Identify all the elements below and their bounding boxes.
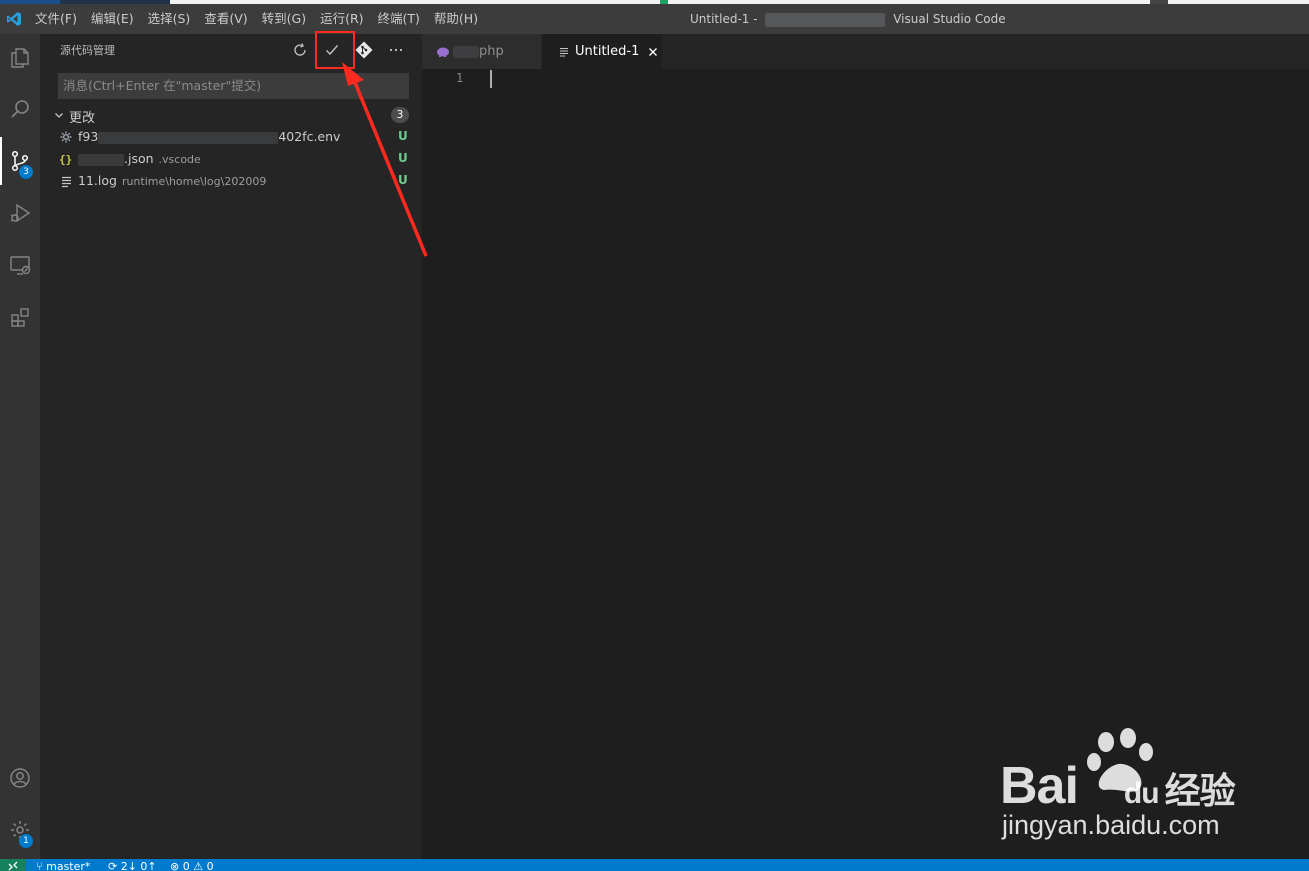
tab-untitled-1[interactable]: Untitled-1 bbox=[542, 34, 662, 69]
editor-tabs: php Untitled-1 bbox=[422, 34, 1309, 69]
file-name: .json .vscode bbox=[78, 151, 201, 166]
chevron-down-icon bbox=[55, 113, 63, 118]
baidu-watermark: Bai du 经验 jingyan.baidu.com bbox=[1000, 728, 1250, 848]
menu-go[interactable]: 转到(G) bbox=[255, 4, 313, 34]
settings-badge: 1 bbox=[19, 834, 33, 848]
menu-terminal[interactable]: 终端(T) bbox=[371, 4, 427, 34]
account-icon bbox=[10, 768, 30, 788]
activity-remote-explorer[interactable] bbox=[0, 241, 40, 289]
file-description: .vscode bbox=[158, 153, 201, 166]
activity-manage[interactable]: 1 bbox=[0, 806, 40, 854]
text-lines-icon bbox=[62, 176, 71, 188]
window-title-file: Untitled-1 - bbox=[690, 12, 758, 26]
activity-extensions[interactable] bbox=[0, 293, 40, 341]
svg-text:{}: {} bbox=[59, 153, 72, 166]
watermark-brand-cn: 经验 bbox=[1164, 770, 1236, 811]
source-control-badge: 3 bbox=[19, 165, 33, 179]
status-bar: ⑂ master* ⟳ 2↓ 0↑ ⊗ 0 ⚠ 0 bbox=[0, 859, 1309, 871]
branch-name: master* bbox=[46, 860, 91, 871]
file-name-prefix: 11.log bbox=[78, 173, 117, 188]
window-title-app: Visual Studio Code bbox=[893, 12, 1006, 26]
activity-bar: 3 1 bbox=[0, 34, 40, 859]
redacted-filename bbox=[98, 131, 279, 144]
activity-explorer[interactable] bbox=[0, 34, 40, 82]
annotation-arrow bbox=[342, 62, 428, 257]
tab-label: Untitled-1 bbox=[575, 44, 640, 59]
run-debug-icon bbox=[10, 203, 31, 223]
menu-view[interactable]: 查看(V) bbox=[197, 4, 254, 34]
redacted-tabname bbox=[453, 45, 479, 58]
window-title: Untitled-1 - Visual Studio Code bbox=[690, 4, 1006, 34]
close-icon[interactable] bbox=[647, 46, 659, 58]
redacted-path bbox=[765, 12, 886, 27]
branch-status[interactable]: ⑂ master* bbox=[36, 860, 90, 871]
problems-status[interactable]: ⊗ 0 ⚠ 0 bbox=[170, 860, 214, 871]
changes-group-label: 更改 bbox=[69, 111, 96, 126]
sync-status[interactable]: ⟳ 2↓ 0↑ bbox=[108, 860, 157, 871]
panel-title: 源代码管理 bbox=[60, 44, 115, 57]
watermark-brand-suffix: du bbox=[1123, 777, 1160, 810]
menu-selection[interactable]: 选择(S) bbox=[141, 4, 198, 34]
extensions-icon bbox=[11, 308, 29, 327]
activity-run-debug[interactable] bbox=[0, 189, 40, 237]
tab-label: php bbox=[479, 44, 504, 59]
text-cursor bbox=[490, 70, 492, 88]
menu-help[interactable]: 帮助(H) bbox=[427, 4, 485, 34]
line-number: 1 bbox=[456, 71, 464, 85]
files-icon bbox=[11, 48, 29, 68]
redacted-filename bbox=[78, 153, 124, 166]
watermark-url: jingyan.baidu.com bbox=[1002, 810, 1220, 840]
remote-icon bbox=[8, 861, 18, 871]
file-name-prefix: f93 bbox=[78, 129, 99, 144]
activity-search[interactable] bbox=[0, 85, 40, 133]
remote-indicator[interactable] bbox=[0, 859, 26, 871]
file-name-suffix: .json bbox=[124, 151, 154, 166]
sync-counts: 2↓ 0↑ bbox=[120, 860, 157, 871]
sync-icon: ⟳ bbox=[108, 860, 121, 871]
file-name: 11.log runtime\home\log\202009 bbox=[78, 173, 266, 188]
menu-bar: 文件(F) 编辑(E) 选择(S) 查看(V) 转到(G) 运行(R) 终端(T… bbox=[28, 4, 485, 34]
json-braces-icon: {} bbox=[59, 153, 72, 166]
branch-icon: ⑂ bbox=[36, 860, 47, 871]
watermark-brand-text: Bai bbox=[1000, 757, 1079, 815]
watermark-brand: Bai du 经验 bbox=[1000, 756, 1236, 816]
menu-edit[interactable]: 编辑(E) bbox=[84, 4, 141, 34]
vscode-logo-icon bbox=[7, 12, 21, 26]
text-lines-icon bbox=[560, 47, 568, 57]
search-icon bbox=[11, 100, 29, 118]
activity-accounts[interactable] bbox=[0, 754, 40, 802]
title-bar: 文件(F) 编辑(E) 选择(S) 查看(V) 转到(G) 运行(R) 终端(T… bbox=[0, 4, 1309, 34]
menu-file[interactable]: 文件(F) bbox=[28, 4, 84, 34]
file-description: runtime\home\log\202009 bbox=[121, 175, 267, 188]
activity-source-control[interactable]: 3 bbox=[0, 137, 40, 185]
menu-run[interactable]: 运行(R) bbox=[313, 4, 370, 34]
gear-icon bbox=[60, 131, 72, 143]
remote-explorer-icon bbox=[10, 256, 31, 275]
